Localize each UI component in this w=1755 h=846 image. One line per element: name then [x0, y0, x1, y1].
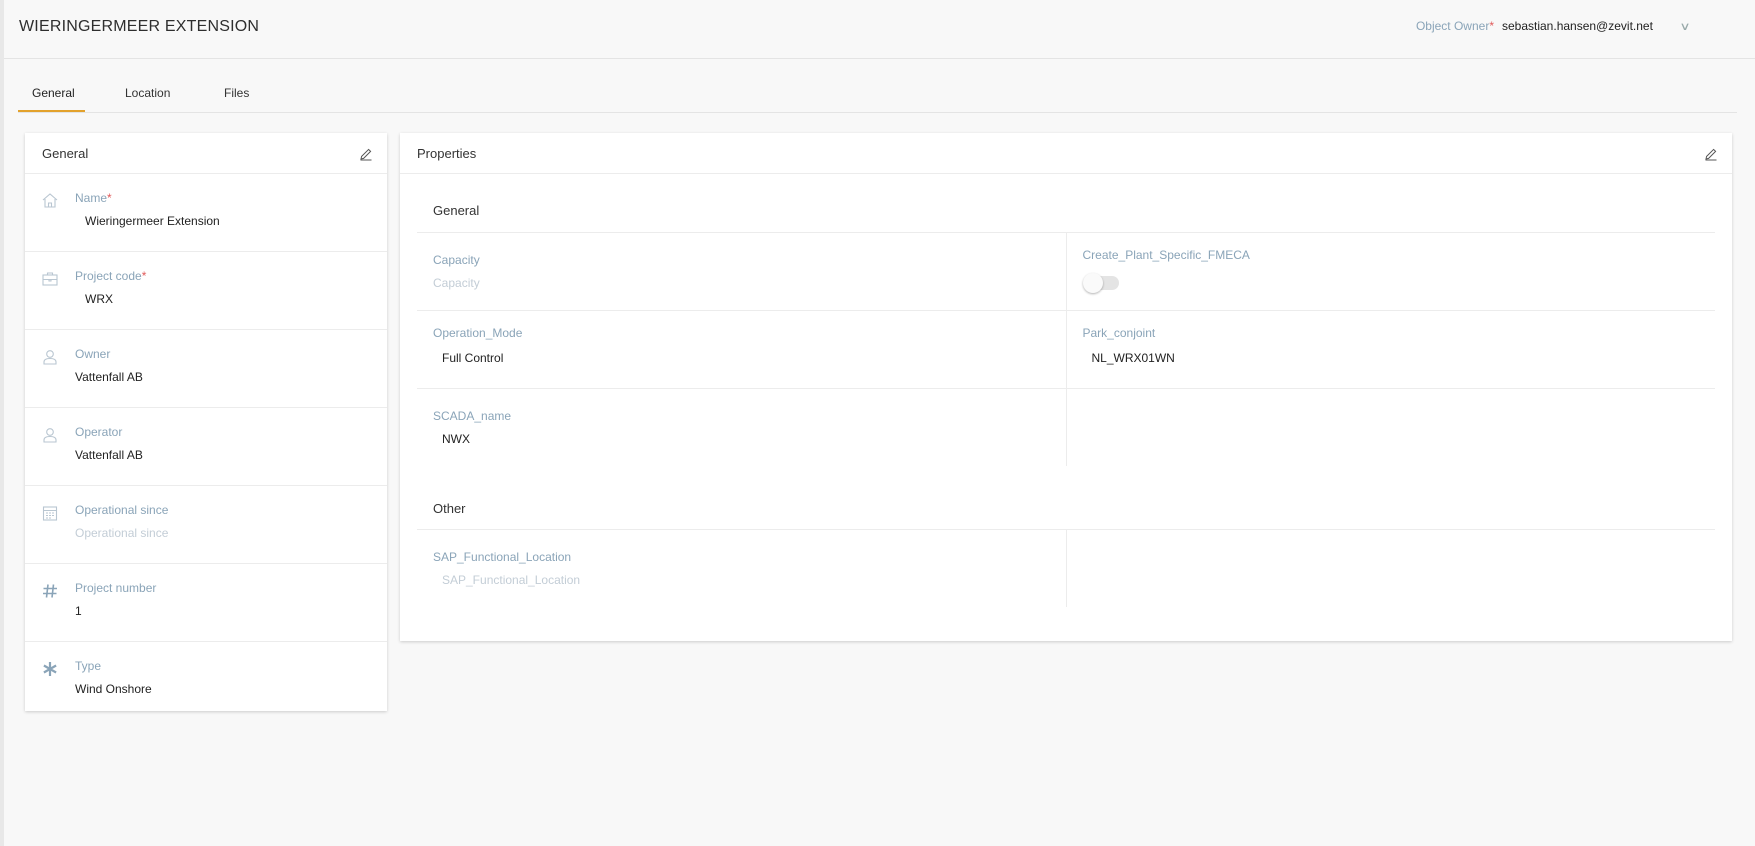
property-label: Create_Plant_Specific_FMECA	[1082, 248, 1250, 262]
property-scada-name: SCADA_name NWX	[417, 389, 1067, 466]
field-label: Type	[75, 659, 102, 673]
general-card-title: General	[42, 146, 89, 161]
properties-general-grid: Capacity Capacity Create_Plant_Specific_…	[417, 232, 1715, 466]
general-card: General Name* Wieringermeer Extension Pr…	[25, 133, 387, 711]
property-label: Capacity	[433, 253, 480, 267]
property-label: Operation_Mode	[433, 326, 523, 340]
operation-mode-field[interactable]: Full Control	[442, 351, 503, 365]
property-row: Operation_Mode Full Control Park_conjoin…	[417, 311, 1715, 389]
section-title-general: General	[433, 203, 480, 218]
tab-bar: General Location Files	[18, 82, 1737, 113]
property-operation-mode: Operation_Mode Full Control	[417, 311, 1067, 388]
hash-icon	[41, 582, 59, 600]
section-title-other: Other	[433, 501, 466, 516]
general-card-header: General	[25, 133, 387, 174]
property-label: Park_conjoint	[1082, 326, 1156, 340]
object-owner-label: Object Owner*	[1415, 19, 1494, 33]
property-empty	[1067, 530, 1716, 607]
field-label: Operational since	[75, 503, 169, 517]
field-label: Project number	[75, 581, 157, 595]
edit-properties-button[interactable]	[1704, 147, 1718, 161]
chevron-down-icon[interactable]: ∨	[1679, 20, 1690, 33]
fmeca-toggle[interactable]	[1082, 273, 1119, 293]
field-project-number: Project number 1	[25, 564, 387, 642]
left-edge-strip	[0, 0, 4, 846]
field-name: Name* Wieringermeer Extension	[25, 174, 387, 252]
field-operator: Operator Vattenfall AB	[25, 408, 387, 486]
field-label: Project code*	[75, 269, 147, 283]
top-bar: WIERINGERMEER EXTENSION Object Owner* se…	[4, 0, 1755, 59]
page-title: WIERINGERMEER EXTENSION	[19, 18, 260, 35]
property-row: Capacity Capacity Create_Plant_Specific_…	[417, 233, 1715, 311]
property-label: SAP_Functional_Location	[433, 550, 572, 564]
sap-functional-location-field[interactable]: SAP_Functional_Location	[442, 573, 580, 587]
briefcase-icon	[41, 270, 59, 288]
property-park-conjoint: Park_conjoint NL_WRX01WN	[1067, 311, 1716, 388]
active-tab-indicator	[18, 110, 85, 112]
scada-name-field[interactable]: NWX	[442, 432, 470, 446]
type-value: Wind Onshore	[75, 682, 152, 696]
property-sap-functional-location: SAP_Functional_Location SAP_Functional_L…	[417, 530, 1067, 607]
object-owner-value[interactable]: sebastian.hansen@zevit.net	[1502, 19, 1653, 33]
field-type: Type Wind Onshore	[25, 642, 387, 719]
name-field[interactable]: Wieringermeer Extension	[85, 214, 220, 228]
field-label: Owner	[75, 347, 111, 361]
owner-value: Vattenfall AB	[75, 370, 143, 384]
pencil-icon	[1705, 148, 1717, 161]
properties-card-header: Properties	[400, 133, 1732, 174]
project-number-value: 1	[75, 604, 82, 618]
property-create-plant-specific-fmeca: Create_Plant_Specific_FMECA	[1067, 233, 1716, 310]
park-conjoint-field[interactable]: NL_WRX01WN	[1092, 351, 1175, 365]
property-label: SCADA_name	[433, 409, 512, 423]
tab-files[interactable]: Files	[224, 86, 249, 100]
tab-general[interactable]: General	[32, 86, 75, 100]
field-owner: Owner Vattenfall AB	[25, 330, 387, 408]
home-icon	[41, 192, 59, 210]
field-operational-since: Operational since Operational since	[25, 486, 387, 564]
properties-card-title: Properties	[417, 146, 477, 161]
property-row: SCADA_name NWX	[417, 389, 1715, 466]
project-code-field[interactable]: WRX	[85, 292, 113, 306]
pencil-icon	[360, 148, 372, 161]
property-empty	[1067, 389, 1716, 466]
calendar-icon	[41, 504, 59, 522]
toggle-knob	[1082, 273, 1103, 293]
properties-card: Properties General Capacity Capacity Cre…	[400, 133, 1732, 641]
asterisk-icon	[41, 660, 59, 678]
tab-location[interactable]: Location	[125, 86, 170, 100]
user-icon	[41, 348, 59, 366]
field-label: Name*	[75, 191, 112, 205]
operational-since-field[interactable]: Operational since	[75, 526, 168, 540]
operator-value: Vattenfall AB	[75, 448, 143, 462]
object-owner-selector[interactable]: Object Owner* sebastian.hansen@zevit.net…	[1415, 19, 1691, 33]
edit-general-button[interactable]	[359, 147, 373, 161]
field-label: Operator	[75, 425, 123, 439]
user-icon	[41, 426, 59, 444]
property-row: SAP_Functional_Location SAP_Functional_L…	[417, 530, 1715, 607]
properties-other-grid: SAP_Functional_Location SAP_Functional_L…	[417, 529, 1715, 607]
field-project-code: Project code* WRX	[25, 252, 387, 330]
capacity-field[interactable]: Capacity	[433, 276, 480, 290]
property-capacity: Capacity Capacity	[417, 233, 1067, 310]
